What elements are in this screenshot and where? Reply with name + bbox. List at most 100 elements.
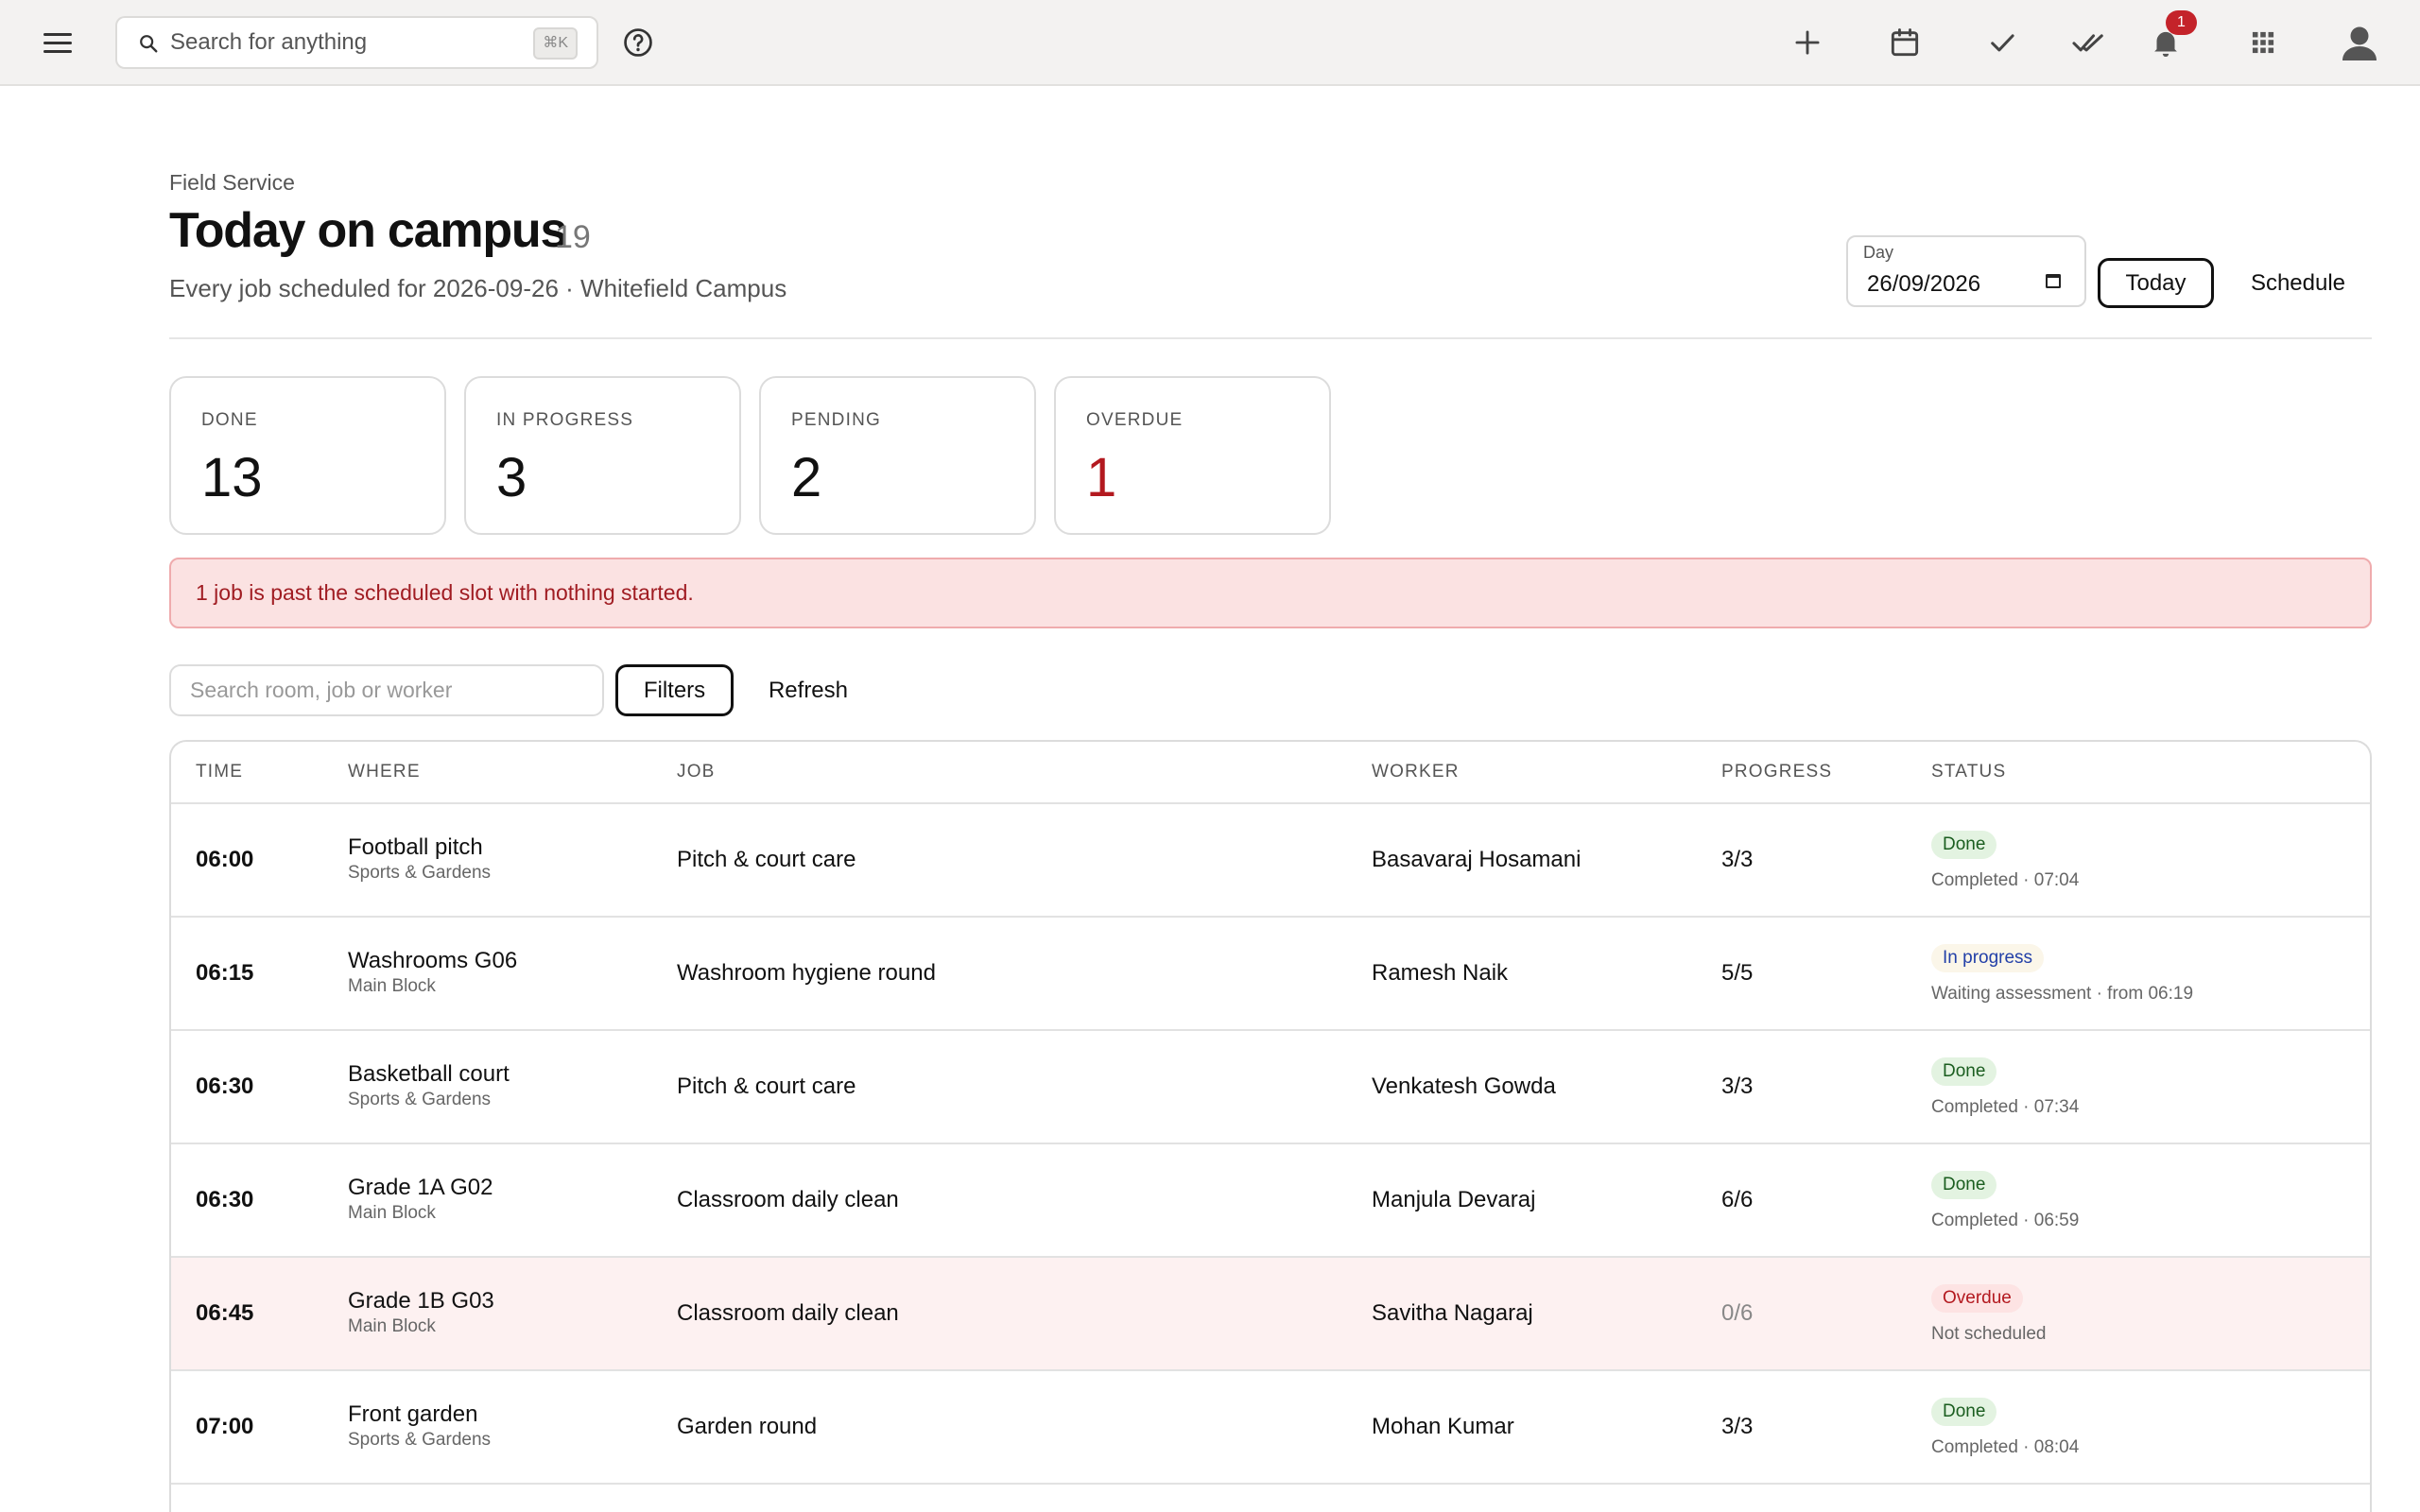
row-where: Grade 1B G03: [348, 1288, 494, 1314]
row-worker: Mohan Kumar: [1372, 1414, 1514, 1439]
row-progress: 3/3: [1721, 847, 1754, 872]
calendar-icon[interactable]: [1887, 25, 1923, 60]
schedule-button[interactable]: Schedule: [2237, 258, 2360, 308]
status-badge: Done: [1931, 1057, 1997, 1086]
help-circle-icon[interactable]: [622, 26, 654, 59]
filters-button[interactable]: Filters: [615, 664, 734, 716]
row-where-area: Sports & Gardens: [348, 863, 492, 883]
today-button[interactable]: Today: [2098, 258, 2214, 308]
table-row[interactable]: 06:15 Washrooms G06 Main Block Washroom …: [171, 918, 2370, 1031]
table-row[interactable]: 06:30 Grade 1A G02 Main Block Classroom …: [171, 1144, 2370, 1258]
row-time: 06:45: [196, 1300, 254, 1326]
stat-value: 1: [1086, 447, 1117, 508]
job-count: 19: [555, 219, 591, 255]
overdue-alert: 1 job is past the scheduled slot with no…: [169, 558, 2372, 628]
row-worker: Savitha Nagaraj: [1372, 1300, 1533, 1326]
apps-grid-icon[interactable]: [2245, 25, 2281, 60]
row-progress: 3/3: [1721, 1074, 1754, 1099]
table-row[interactable]: 06:00 Football pitch Sports & Gardens Pi…: [171, 804, 2370, 918]
double-check-icon[interactable]: [2070, 25, 2106, 60]
day-field-label: Day: [1863, 243, 1894, 262]
stat-card-pending: PENDING 2: [759, 376, 1036, 535]
global-search-input[interactable]: Search for anything ⌘K: [115, 16, 598, 69]
stat-label: DONE: [201, 410, 258, 430]
row-progress: 6/6: [1721, 1187, 1754, 1212]
row-job: Pitch & court care: [677, 847, 856, 872]
row-time: 06:00: [196, 847, 254, 872]
stat-value: 3: [496, 447, 527, 508]
row-status-detail: Completed · 08:04: [1931, 1437, 2080, 1457]
job-search-input[interactable]: Search room, job or worker: [169, 664, 604, 716]
column-header-progress[interactable]: PROGRESS: [1721, 742, 1832, 802]
row-job: Garden round: [677, 1414, 818, 1439]
stat-label: PENDING: [791, 410, 881, 430]
user-avatar-icon[interactable]: [2335, 19, 2384, 68]
stat-card-done: DONE 13: [169, 376, 446, 535]
hamburger-icon[interactable]: [43, 26, 76, 59]
status-badge: In progress: [1931, 944, 2045, 972]
table-header: TIME WHERE JOB WORKER PROGRESS STATUS: [171, 742, 2370, 804]
row-status-detail: Waiting assessment · from 06:19: [1931, 984, 2194, 1004]
row-where-area: Sports & Gardens: [348, 1430, 492, 1450]
row-where-area: Main Block: [348, 1203, 436, 1223]
column-header-time[interactable]: TIME: [196, 742, 243, 802]
row-status-detail: Completed · 07:04: [1931, 870, 2080, 890]
global-search-placeholder: Search for anything: [170, 29, 368, 55]
row-worker: Venkatesh Gowda: [1372, 1074, 1556, 1099]
table-row[interactable]: 07:00 Front garden Sports & Gardens Gard…: [171, 1371, 2370, 1485]
row-where: Grade 1A G02: [348, 1175, 493, 1200]
stat-label: IN PROGRESS: [496, 410, 634, 430]
row-where-area: Main Block: [348, 976, 436, 996]
plus-icon[interactable]: [1789, 25, 1825, 60]
breadcrumb: Field Service: [169, 170, 295, 195]
column-header-worker[interactable]: WORKER: [1372, 742, 1460, 802]
row-status-detail: Not scheduled: [1931, 1324, 2047, 1344]
row-job: Pitch & court care: [677, 1074, 856, 1099]
column-header-where[interactable]: WHERE: [348, 742, 421, 802]
row-job: Classroom daily clean: [677, 1300, 899, 1326]
row-time: 07:00: [196, 1414, 254, 1439]
row-time: 06:30: [196, 1074, 254, 1099]
row-where: Front garden: [348, 1401, 478, 1427]
row-worker: Manjula Devaraj: [1372, 1187, 1536, 1212]
row-where-area: Main Block: [348, 1316, 436, 1336]
header-divider: [169, 337, 2372, 339]
stat-value: 2: [791, 447, 822, 508]
status-badge: Done: [1931, 1398, 1997, 1426]
row-where-area: Sports & Gardens: [348, 1090, 492, 1109]
jobs-table: TIME WHERE JOB WORKER PROGRESS STATUS 06…: [169, 740, 2372, 1512]
column-header-status[interactable]: STATUS: [1931, 742, 2006, 802]
top-bar: Search for anything ⌘K 1: [0, 0, 2420, 86]
column-header-job[interactable]: JOB: [677, 742, 716, 802]
row-progress: 0/6: [1721, 1300, 1754, 1326]
row-time: 06:15: [196, 960, 254, 986]
refresh-button[interactable]: Refresh: [749, 664, 868, 716]
day-field-value: 26/09/2026: [1867, 271, 1981, 297]
page-title: Today on campus: [169, 203, 567, 258]
row-job: Washroom hygiene round: [677, 960, 936, 986]
stat-card-overdue: OVERDUE 1: [1054, 376, 1331, 535]
row-status-detail: Completed · 07:34: [1931, 1097, 2080, 1117]
search-icon: [140, 35, 158, 53]
status-badge: Done: [1931, 831, 1997, 859]
row-job: Classroom daily clean: [677, 1187, 899, 1212]
status-badge: Overdue: [1931, 1284, 2023, 1313]
row-where: Football pitch: [348, 834, 483, 860]
notification-badge: 1: [2166, 10, 2197, 35]
page-subtitle: Every job scheduled for 2026-09-26 · Whi…: [169, 274, 787, 302]
stat-card-in-progress: IN PROGRESS 3: [464, 376, 741, 535]
table-row-overdue[interactable]: 06:45 Grade 1B G03 Main Block Classroom …: [171, 1258, 2370, 1371]
calendar-picker-icon[interactable]: [2044, 271, 2063, 290]
row-where: Washrooms G06: [348, 948, 518, 973]
row-time: 06:30: [196, 1187, 254, 1212]
shortcut-hint: ⌘K: [533, 27, 578, 60]
status-badge: Done: [1931, 1171, 1997, 1199]
row-status-detail: Completed · 06:59: [1931, 1211, 2080, 1230]
table-row[interactable]: 06:30 Basketball court Sports & Gardens …: [171, 1031, 2370, 1144]
row-worker: Basavaraj Hosamani: [1372, 847, 1582, 872]
row-where: Basketball court: [348, 1061, 510, 1087]
stat-value: 13: [201, 447, 263, 508]
row-progress: 5/5: [1721, 960, 1754, 986]
check-icon[interactable]: [1984, 25, 2020, 60]
stat-label: OVERDUE: [1086, 410, 1184, 430]
